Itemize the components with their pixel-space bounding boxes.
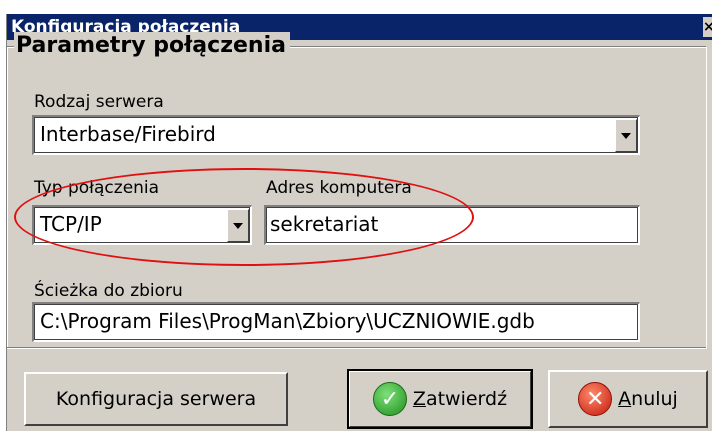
db-path-label: Ścieżka do zbioru <box>34 281 183 301</box>
server-config-label: Konfiguracja serwera <box>55 388 257 410</box>
connection-type-label: Typ połączenia <box>34 178 160 198</box>
connection-type-value: TCP/IP <box>40 212 102 236</box>
db-path-value: C:\Program Files\ProgMan\Zbiory\UCZNIOWI… <box>40 309 535 333</box>
computer-address-label: Adres komputera <box>266 178 412 198</box>
connection-type-dropdown-button[interactable] <box>227 209 249 242</box>
close-button[interactable]: × <box>703 17 712 37</box>
cancel-label: Anuluj <box>618 388 678 410</box>
computer-address-value: sekretariat <box>270 212 379 236</box>
server-type-select[interactable]: Interbase/Firebird <box>32 115 640 155</box>
server-type-label: Rodzaj serwera <box>34 92 164 112</box>
connection-type-select[interactable]: TCP/IP <box>32 205 252 245</box>
x-icon: ✕ <box>578 382 613 416</box>
confirm-label: Zatwierdź <box>412 388 508 410</box>
check-icon: ✓ <box>372 382 407 416</box>
group-legend: Parametry połączenia <box>14 32 290 60</box>
confirm-button[interactable]: ✓ Zatwierdź <box>347 369 533 429</box>
server-type-value: Interbase/Firebird <box>40 122 216 146</box>
computer-address-input[interactable]: sekretariat <box>264 205 640 245</box>
cancel-button[interactable]: ✕ Anuluj <box>548 370 708 428</box>
server-config-button[interactable]: Konfiguracja serwera <box>24 372 288 426</box>
server-type-dropdown-button[interactable] <box>615 119 637 152</box>
db-path-input[interactable]: C:\Program Files\ProgMan\Zbiory\UCZNIOWI… <box>32 302 640 342</box>
close-icon: × <box>703 19 712 35</box>
